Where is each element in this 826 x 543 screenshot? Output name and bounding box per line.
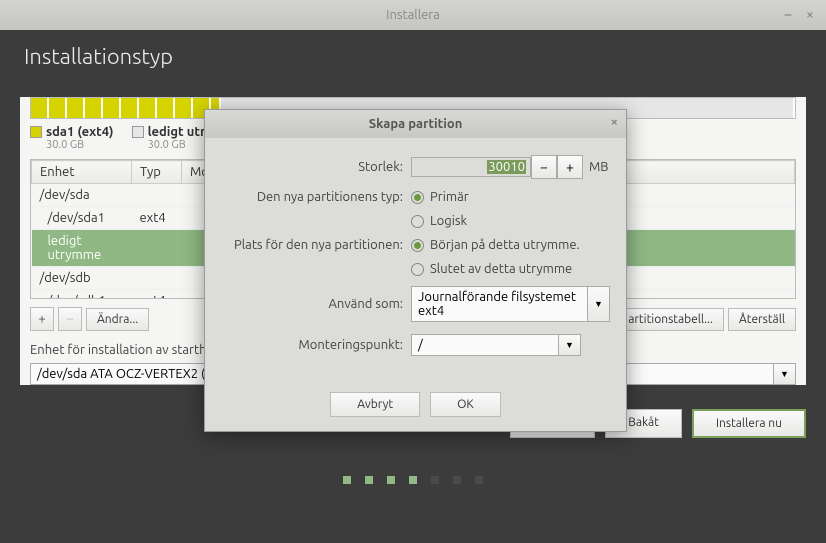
use-as-label: Använd som:	[221, 297, 411, 311]
swatch-icon	[132, 126, 144, 138]
radio-icon	[411, 239, 424, 252]
close-icon[interactable]: ×	[802, 6, 818, 22]
change-button[interactable]: Ändra...	[86, 308, 149, 331]
add-partition-button[interactable]: +	[30, 307, 54, 331]
radio-location-begin[interactable]: Början på detta utrymme.	[411, 238, 580, 252]
usage-seg-sda1	[31, 98, 221, 118]
radio-primary[interactable]: Primär	[411, 190, 469, 204]
titlebar: Installera – ×	[0, 0, 826, 30]
legend-item-sda1: sda1 (ext4) 30.0 GB	[30, 125, 114, 151]
close-icon[interactable]: ×	[611, 115, 618, 129]
chevron-down-icon: ▼	[774, 363, 796, 385]
minimize-icon[interactable]: –	[780, 6, 796, 22]
install-now-button[interactable]: Installera nu	[692, 409, 806, 438]
use-as-select[interactable]: Journalförande filsystemet ext4 ▼	[411, 286, 610, 322]
col-device[interactable]: Enhet	[32, 161, 132, 184]
legend-name: sda1 (ext4)	[46, 125, 114, 139]
legend-size: 30.0 GB	[46, 139, 114, 151]
radio-logical[interactable]: Logisk	[411, 214, 469, 228]
dialog-title: Skapa partition	[369, 117, 463, 131]
size-label: Storlek:	[221, 160, 411, 174]
reset-button[interactable]: Återställ	[728, 308, 796, 331]
partition-type-label: Den nya partitionens typ:	[221, 190, 411, 204]
cancel-button[interactable]: Avbryt	[330, 392, 420, 417]
progress-dots	[0, 452, 826, 508]
col-type[interactable]: Typ	[132, 161, 182, 184]
ok-button[interactable]: OK	[430, 392, 501, 417]
size-decrement-button[interactable]: −	[531, 155, 557, 179]
size-increment-button[interactable]: +	[557, 155, 583, 179]
radio-icon	[411, 191, 424, 204]
swatch-icon	[30, 126, 42, 138]
page-title: Installationstyp	[0, 30, 826, 87]
installer-window: Installera – × Installationstyp sda1 (ex…	[0, 0, 826, 543]
size-input[interactable]: 30010	[411, 157, 531, 177]
mount-point-label: Monteringspunkt:	[221, 338, 411, 352]
remove-partition-button[interactable]: –	[58, 307, 82, 331]
chevron-down-icon: ▼	[588, 286, 610, 322]
chevron-down-icon: ▼	[559, 334, 581, 356]
window-title: Installera	[386, 8, 440, 22]
new-partition-table-button[interactable]: artitionstabell...	[617, 308, 724, 331]
radio-icon	[411, 215, 424, 228]
mount-point-select[interactable]: / ▼	[411, 334, 581, 356]
radio-location-end[interactable]: Slutet av detta utrymme	[411, 262, 580, 276]
create-partition-dialog: Skapa partition × Storlek: 30010 − + MB …	[204, 109, 627, 432]
location-label: Plats för den nya partitionen:	[221, 238, 411, 252]
size-unit: MB	[589, 160, 609, 174]
radio-icon	[411, 263, 424, 276]
